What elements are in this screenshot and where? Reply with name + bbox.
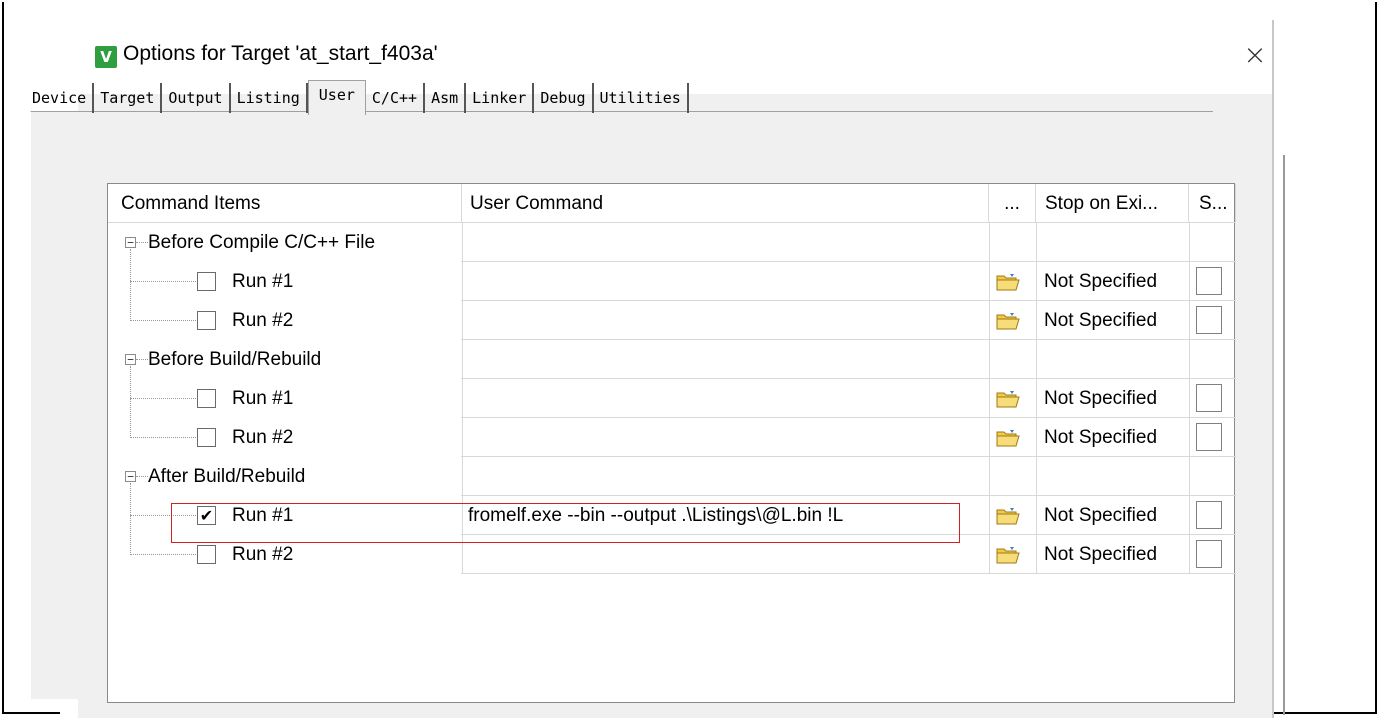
header-divider [108,222,1236,223]
tree-connector [136,476,148,477]
group-label: Before Compile C/C++ File [148,232,376,253]
header-stop-on-exit[interactable]: Stop on Exi... [1036,184,1189,223]
stop-on-exit-value[interactable]: Not Specified [1044,262,1189,301]
checkbox[interactable] [197,311,216,330]
group-label: Before Build/Rebuild [148,349,322,370]
close-icon[interactable]: × [1240,38,1270,72]
row-divider [461,495,1236,496]
header-s-column[interactable]: S... [1189,184,1236,223]
folder-icon[interactable] [996,271,1020,293]
user-command-input[interactable]: fromelf.exe --bin --output .\Listings\@L… [466,496,986,535]
group-row: − Before Build/Rebuild [108,340,1236,379]
checkbox[interactable] [197,545,216,564]
run-label: Run #1 [232,505,294,526]
panel-right-border [1283,155,1285,715]
keil-app-icon: V [95,46,117,68]
tree-connector [130,437,196,438]
row-divider [461,261,1236,262]
tab-output[interactable]: Output [162,83,231,113]
tab-linker[interactable]: Linker [466,83,535,113]
stop-on-exit-value[interactable]: Not Specified [1044,379,1189,418]
column-separator [989,223,990,573]
collapse-icon[interactable]: − [125,471,136,482]
user-command-grid: Command Items User Command ... Stop on E… [107,183,1236,703]
stop-on-exit-value[interactable]: Not Specified [1044,301,1189,340]
folder-icon[interactable] [996,310,1020,332]
row-divider [461,534,1236,535]
tab-device[interactable]: Device [26,83,95,113]
run-label: Run #2 [232,427,294,448]
run-row: Run #1 Not Specified [108,379,1236,418]
tree-connector [130,366,131,438]
run-row: Run #2 Not Specified [108,301,1236,340]
tree-connector [130,554,196,555]
tab-target[interactable]: Target [94,83,163,113]
run-row: Run #2 Not Specified [108,535,1236,574]
checkbox[interactable] [197,272,216,291]
run-label: Run #2 [232,310,294,331]
user-command-input[interactable] [466,379,986,418]
run-row: ✔ Run #1 fromelf.exe --bin --output .\List… [108,496,1236,535]
side-checkbox[interactable] [1196,540,1222,568]
collapse-icon[interactable]: − [125,354,136,365]
header-command-items[interactable]: Command Items [108,184,462,223]
dialog-title: Options for Target 'at_start_f403a' [123,42,438,65]
row-divider [461,378,1236,379]
run-row: Run #1 Not Specified [108,262,1236,301]
checkbox-checked[interactable]: ✔ [197,506,216,525]
tab-c-c-[interactable]: C/C++ [366,83,426,113]
run-row: Run #2 Not Specified [108,418,1236,457]
header-browse[interactable]: ... [989,184,1036,223]
tree-connector [130,249,131,321]
run-label: Run #1 [232,388,294,409]
collapse-icon[interactable]: − [125,237,136,248]
tree-connector [130,320,196,321]
tree-connector [130,398,196,399]
tree-connector [136,359,148,360]
tab-debug[interactable]: Debug [534,83,594,113]
column-separator [1189,223,1190,573]
column-separator [462,223,463,573]
user-command-input[interactable] [466,418,986,457]
stop-on-exit-value[interactable]: Not Specified [1044,418,1189,457]
stop-on-exit-value[interactable]: Not Specified [1044,496,1189,535]
folder-icon[interactable] [996,427,1020,449]
group-label: After Build/Rebuild [148,466,306,487]
tree-connector [136,242,148,243]
run-label: Run #1 [232,271,294,292]
grid-header-row: Command Items User Command ... Stop on E… [108,184,1236,223]
side-checkbox[interactable] [1196,267,1222,295]
row-divider [461,417,1236,418]
side-checkbox[interactable] [1196,384,1222,412]
user-command-input[interactable] [466,535,986,574]
user-command-input[interactable] [466,262,986,301]
run-label: Run #2 [232,544,294,565]
folder-icon[interactable] [996,388,1020,410]
row-divider [461,300,1236,301]
checkbox[interactable] [197,428,216,447]
row-divider [461,339,1236,340]
tab-listing[interactable]: Listing [231,83,308,113]
tab-utilities[interactable]: Utilities [594,83,689,113]
user-command-input[interactable] [466,301,986,340]
tab-strip: Device Target Output Listing User C/C++ Asm Lin… [26,79,689,115]
stop-on-exit-value[interactable]: Not Specified [1044,535,1189,574]
folder-icon[interactable] [996,544,1020,566]
tree-connector [130,483,131,555]
tree-connector [130,515,196,516]
row-divider [461,573,1236,574]
tree-connector [130,281,196,282]
tab-asm[interactable]: Asm [425,83,467,113]
group-row: − Before Compile C/C++ File [108,223,1236,262]
group-row: − After Build/Rebuild [108,457,1236,496]
header-user-command[interactable]: User Command [462,184,989,223]
side-checkbox[interactable] [1196,423,1222,451]
checkbox[interactable] [197,389,216,408]
folder-icon[interactable] [996,505,1020,527]
tab-user[interactable]: User [307,80,366,115]
row-divider [461,456,1236,457]
side-checkbox[interactable] [1196,501,1222,529]
column-separator [1036,223,1037,573]
side-checkbox[interactable] [1196,306,1222,334]
